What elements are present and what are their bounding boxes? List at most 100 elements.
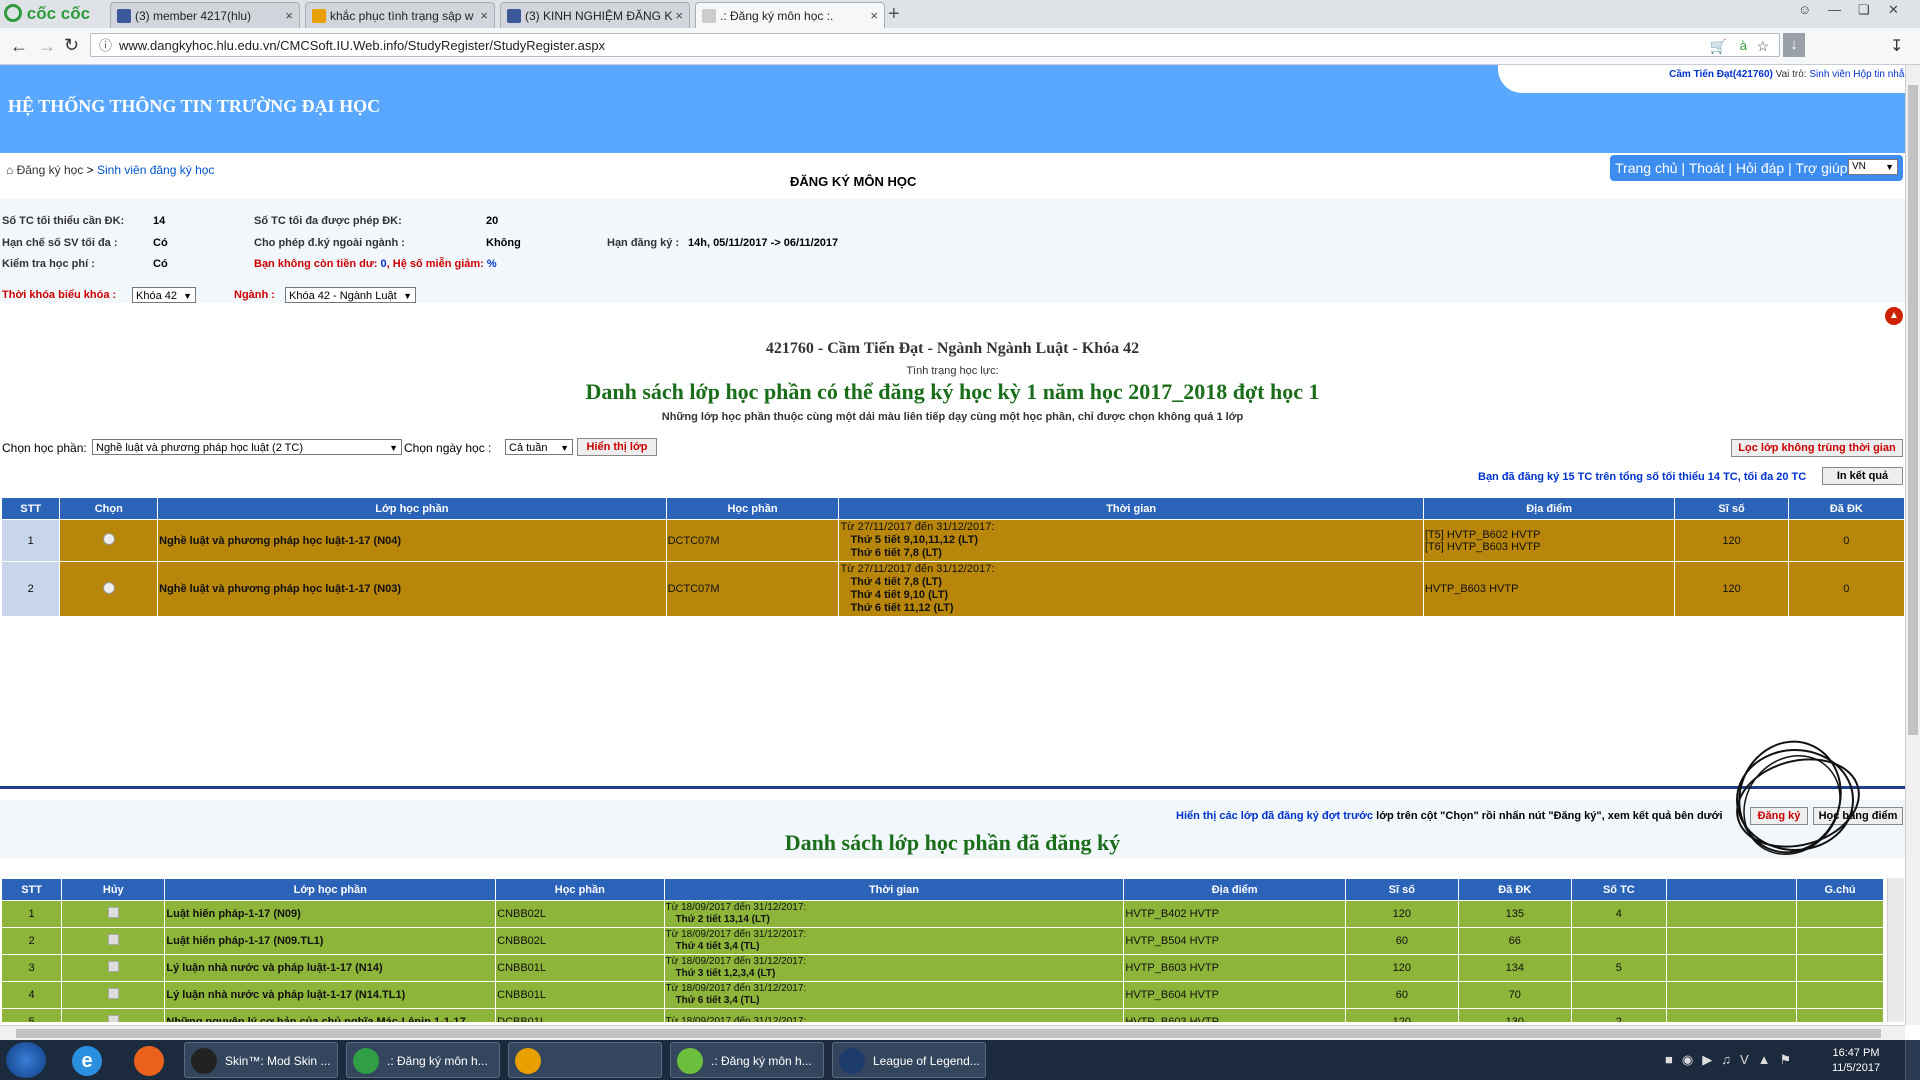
cart-icon[interactable]: 🛒: [1710, 34, 1727, 58]
column-header[interactable]: Chọn: [59, 497, 159, 520]
new-tab-button[interactable]: +: [888, 3, 900, 26]
role-link[interactable]: Sinh viên: [1809, 69, 1850, 80]
coccoc-logo[interactable]: cốc cốc: [4, 4, 108, 26]
minimize-icon[interactable]: —: [1828, 2, 1841, 17]
column-header[interactable]: Địa điểm: [1123, 878, 1346, 901]
antivirus-icon[interactable]: V: [1740, 1052, 1758, 1067]
column-header[interactable]: Học phần: [665, 497, 840, 520]
taskbar-item[interactable]: .: Đăng ký môn h...: [346, 1042, 500, 1078]
page-scrollbar-thumb[interactable]: [1908, 85, 1918, 735]
clock[interactable]: 16:47 PM 11/5/2017: [1826, 1046, 1886, 1076]
language-select[interactable]: VN ▼: [1848, 159, 1898, 175]
ie-icon[interactable]: e: [72, 1046, 102, 1076]
column-header[interactable]: Đã ĐK: [1787, 497, 1906, 520]
horizontal-scrollbar-thumb[interactable]: [16, 1029, 1881, 1038]
download-icon[interactable]: ↓: [1783, 33, 1805, 57]
column-header[interactable]: G.chú: [1796, 878, 1884, 901]
firefox-icon[interactable]: [134, 1046, 164, 1076]
tray-app-icon[interactable]: ■: [1665, 1052, 1682, 1067]
cancel-checkbox[interactable]: [107, 1014, 119, 1022]
tab-close-icon[interactable]: ×: [870, 3, 878, 28]
column-header[interactable]: Thời gian: [663, 878, 1125, 901]
select-radio[interactable]: [102, 581, 115, 594]
browser-tab[interactable]: (3) KINH NGHIỆM ĐĂNG K ×: [500, 2, 690, 28]
min-credits-label: Số TC tối thiểu cần ĐK:: [2, 215, 125, 227]
browser-tab[interactable]: khắc phục tình trạng sập w ×: [305, 2, 495, 28]
column-header[interactable]: Sĩ số: [1674, 497, 1789, 520]
nav-faq[interactable]: Hỏi đáp: [1736, 160, 1784, 176]
maximize-icon[interactable]: ❏: [1858, 2, 1870, 18]
browser-tab[interactable]: .: Đăng ký môn học :. ×: [695, 2, 885, 28]
bookmark-star-icon[interactable]: ☆: [1756, 34, 1769, 58]
nav-logout[interactable]: Thoát: [1689, 160, 1725, 176]
user-name-link[interactable]: Cầm Tiến Đạt(421760): [1669, 69, 1773, 80]
show-desktop-button[interactable]: [1905, 1040, 1920, 1080]
nav-home[interactable]: Trang chủ: [1615, 160, 1678, 176]
user-icon[interactable]: ☺: [1798, 2, 1811, 17]
select-radio[interactable]: [102, 533, 115, 545]
horizontal-scrollbar[interactable]: [0, 1025, 1905, 1041]
close-window-icon[interactable]: ✕: [1888, 2, 1899, 18]
course-select[interactable]: Nghề luật và phương pháp học luật (2 TC)…: [92, 439, 402, 455]
cancel-checkbox[interactable]: [107, 907, 119, 918]
tray-coccoc-icon[interactable]: ◉: [1682, 1052, 1702, 1067]
browser-tab[interactable]: (3) member 4217(hlu) ×: [110, 2, 300, 28]
page-scrollbar[interactable]: [1905, 65, 1920, 1025]
show-classes-button[interactable]: Hiển thị lớp: [577, 438, 657, 456]
forward-icon[interactable]: →: [38, 36, 56, 57]
taskbar-item[interactable]: League of Legend...: [832, 1042, 986, 1078]
column-header[interactable]: Sĩ số: [1344, 878, 1459, 901]
schedule-time: Thứ 6 tiết 7,8 (LT): [850, 547, 942, 559]
major-select[interactable]: Khóa 42 - Ngành Luật ▼: [285, 287, 416, 303]
column-header[interactable]: Đã ĐK: [1457, 878, 1572, 901]
table-row: 2 Luật hiến pháp-1-17 (N09.TL1) CNBB02L Từ …: [0, 927, 1884, 955]
translate-icon[interactable]: à: [1740, 34, 1747, 58]
breadcrumb-current[interactable]: Sinh viên đăng ký học: [97, 163, 214, 177]
column-header[interactable]: [1665, 878, 1798, 901]
previous-registrations-link[interactable]: Hiển thị các lớp đã đăng ký đợt trước: [1176, 810, 1373, 822]
column-header[interactable]: Địa điểm: [1422, 497, 1676, 520]
column-header[interactable]: STT: [0, 497, 61, 520]
column-header[interactable]: Hủy: [61, 878, 166, 901]
taskbar-item[interactable]: .: Đăng ký môn h...: [670, 1042, 824, 1078]
reload-icon[interactable]: ↻: [64, 35, 79, 56]
breadcrumb-home[interactable]: Đăng ký học: [17, 163, 84, 177]
cancel-checkbox[interactable]: [107, 934, 119, 945]
start-button[interactable]: [6, 1042, 46, 1078]
day-select[interactable]: Cả tuần ▼: [505, 439, 573, 455]
column-header[interactable]: Số TC: [1570, 878, 1667, 901]
column-header[interactable]: Lớp học phần: [164, 878, 497, 901]
table-scrollbar[interactable]: [1887, 878, 1904, 1022]
downloads-icon[interactable]: ↧: [1890, 36, 1903, 56]
network-icon[interactable]: ▲: [1758, 1052, 1780, 1067]
registered-classes-table: STT Hủy Lớp học phần Học phần Thời gian Địa đ…: [0, 878, 1884, 1022]
taskbar-item-label: .: Đăng ký môn h...: [387, 1054, 488, 1068]
taskbar-item[interactable]: Skin™: Mod Skin ...: [184, 1042, 338, 1078]
column-header[interactable]: STT: [0, 878, 63, 901]
print-result-button[interactable]: In kết quả: [1822, 467, 1903, 485]
nav-help[interactable]: Trợ giúp: [1795, 160, 1847, 176]
column-header[interactable]: Học phần: [495, 878, 665, 901]
tab-favicon-icon: [312, 9, 326, 23]
tray-media-icon[interactable]: ▶: [1702, 1052, 1721, 1067]
tab-close-icon[interactable]: ×: [675, 3, 683, 28]
tab-close-icon[interactable]: ×: [285, 3, 293, 28]
url-bar[interactable]: ⓘ www.dangkyhoc.hlu.edu.vn/CMCSoft.IU.We…: [90, 33, 1780, 57]
filter-nonconflict-button[interactable]: Lọc lớp không trùng thời gian: [1731, 439, 1903, 457]
column-header[interactable]: Lớp học phần: [157, 497, 667, 520]
timetable-select[interactable]: Khóa 42 ▼: [132, 287, 196, 303]
tab-close-icon[interactable]: ×: [480, 3, 488, 28]
column-header[interactable]: Thời gian: [838, 497, 1424, 520]
cancel-checkbox[interactable]: [107, 961, 119, 972]
volume-icon[interactable]: ♫: [1721, 1052, 1740, 1067]
schedule-cell: Từ 18/09/2017 đến 31/12/2017:: [663, 1008, 1125, 1022]
flag-icon[interactable]: ⚑: [1780, 1052, 1801, 1067]
taskbar-item[interactable]: [508, 1042, 662, 1078]
back-icon[interactable]: ←: [10, 36, 28, 57]
cancel-checkbox[interactable]: [107, 988, 119, 999]
page-info-icon[interactable]: ⓘ: [99, 34, 112, 58]
schedule-cell: Từ 27/11/2017 đến 31/12/2017: Thứ 4 tiết …: [838, 561, 1424, 617]
row-number: 5: [0, 1008, 63, 1022]
scroll-top-icon[interactable]: ▲: [1885, 307, 1903, 325]
inbox-link[interactable]: Hộp tin nhắn: [1853, 69, 1910, 80]
